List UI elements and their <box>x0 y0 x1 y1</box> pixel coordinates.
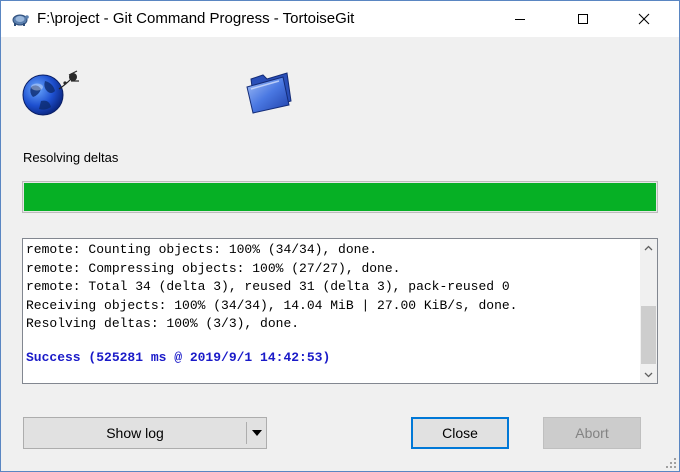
log-line: remote: Total 34 (delta 3), reused 31 (d… <box>26 279 510 294</box>
caret-down-icon <box>252 430 262 436</box>
log-scrollbar[interactable] <box>640 239 657 383</box>
show-log-dropdown-button[interactable] <box>247 418 267 448</box>
dialog-body: Resolving deltas remote: Counting object… <box>1 37 679 471</box>
show-log-button[interactable]: Show log <box>24 418 246 448</box>
scroll-up-button[interactable] <box>640 239 657 256</box>
log-line: remote: Counting objects: 100% (34/34), … <box>26 242 378 257</box>
tortoisegit-icon <box>12 14 29 26</box>
show-log-split-button: Show log <box>23 417 267 449</box>
progress-fill <box>24 183 656 211</box>
success-message: Success (525281 ms @ 2019/9/1 14:42:53) <box>26 349 331 365</box>
log-text: remote: Counting objects: 100% (34/34), … <box>26 241 632 367</box>
scroll-thumb[interactable] <box>641 306 656 364</box>
remote-globe-icon <box>22 70 79 116</box>
minimize-button[interactable] <box>497 1 543 37</box>
log-line: Resolving deltas: 100% (3/3), done. <box>26 316 300 331</box>
abort-button[interactable]: Abort <box>543 417 641 449</box>
title-bar[interactable]: F:\project - Git Command Progress - Tort… <box>1 1 679 37</box>
close-button[interactable]: Close <box>411 417 509 449</box>
resize-grip-icon[interactable] <box>665 457 677 469</box>
local-folder-icon <box>246 72 292 114</box>
close-icon <box>638 13 650 25</box>
chevron-down-icon <box>644 372 653 377</box>
window-close-button[interactable] <box>621 1 667 37</box>
progress-dialog: F:\project - Git Command Progress - Tort… <box>0 0 680 472</box>
status-label: Resolving deltas <box>23 150 119 165</box>
window-title: F:\project - Git Command Progress - Tort… <box>37 10 355 27</box>
log-line: remote: Compressing objects: 100% (27/27… <box>26 260 401 276</box>
chevron-up-icon <box>644 245 653 250</box>
log-line: Receiving objects: 100% (34/34), 14.04 M… <box>26 297 518 313</box>
maximize-icon <box>578 14 588 24</box>
minimize-icon <box>515 19 525 20</box>
progress-bar <box>22 181 658 213</box>
output-log[interactable]: remote: Counting objects: 100% (34/34), … <box>22 238 658 384</box>
scroll-down-button[interactable] <box>640 366 657 383</box>
maximize-button[interactable] <box>560 1 606 37</box>
